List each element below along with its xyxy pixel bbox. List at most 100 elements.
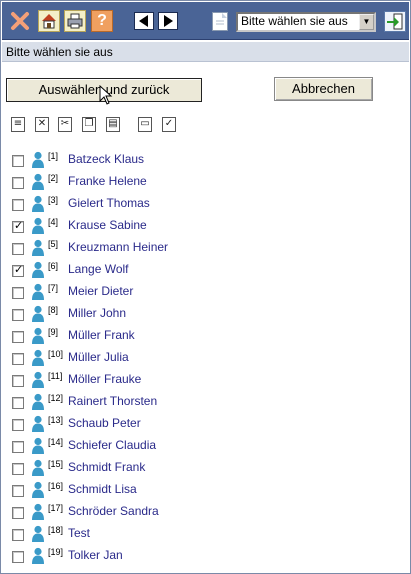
person-name-link[interactable]: Gielert Thomas bbox=[68, 196, 150, 210]
view-select-value: Bitte wählen sie aus bbox=[241, 14, 348, 28]
go-arrow-icon[interactable] bbox=[384, 11, 406, 32]
selection-window: ? Bitte wählen sie aus ▼ Bitte wählen si… bbox=[0, 0, 411, 574]
person-name-link[interactable]: Lange Wolf bbox=[68, 262, 129, 276]
home-icon[interactable] bbox=[38, 10, 60, 32]
person-number: [2] bbox=[48, 173, 59, 183]
printer-icon[interactable] bbox=[64, 10, 86, 32]
check-icon[interactable]: ✓ bbox=[162, 117, 176, 132]
person-name-link[interactable]: Schröder Sandra bbox=[68, 504, 159, 518]
person-number: [15] bbox=[48, 459, 64, 469]
person-icon bbox=[31, 305, 45, 322]
person-name-link[interactable]: Meier Dieter bbox=[68, 284, 133, 298]
person-icon bbox=[31, 327, 45, 344]
top-toolbar: ? Bitte wählen sie aus ▼ bbox=[2, 2, 409, 40]
select-all-icon[interactable]: ≡ bbox=[11, 117, 25, 132]
row-checkbox[interactable] bbox=[12, 507, 24, 519]
close-icon[interactable] bbox=[9, 10, 31, 32]
row-checkbox[interactable] bbox=[12, 219, 24, 233]
list-item: [14] Schiefer Claudia bbox=[1, 435, 410, 457]
row-checkbox[interactable] bbox=[12, 397, 24, 409]
person-icon bbox=[31, 173, 45, 190]
person-icon bbox=[31, 239, 45, 256]
arrow-right-icon[interactable] bbox=[158, 12, 178, 30]
person-name-link[interactable]: Batzeck Klaus bbox=[68, 152, 144, 166]
person-number: [9] bbox=[48, 327, 59, 337]
cancel-button[interactable]: Abbrechen bbox=[274, 77, 373, 101]
row-checkbox[interactable] bbox=[12, 287, 24, 299]
cut-icon[interactable]: ✂ bbox=[58, 117, 72, 132]
mouse-cursor-icon bbox=[99, 85, 113, 105]
row-checkbox[interactable] bbox=[12, 551, 24, 563]
list-item: [13] Schaub Peter bbox=[1, 413, 410, 435]
help-icon[interactable]: ? bbox=[91, 10, 113, 32]
chevron-down-icon[interactable]: ▼ bbox=[359, 14, 374, 30]
row-checkbox[interactable] bbox=[12, 199, 24, 211]
list-item: [9] Müller Frank bbox=[1, 325, 410, 347]
person-number: [6] bbox=[48, 261, 59, 271]
row-checkbox[interactable] bbox=[12, 177, 24, 189]
person-number: [13] bbox=[48, 415, 64, 425]
list-item: [8] Miller John bbox=[1, 303, 410, 325]
row-checkbox[interactable] bbox=[12, 463, 24, 475]
list-item: [5] Kreuzmann Heiner bbox=[1, 237, 410, 259]
copy-icon[interactable]: ❐ bbox=[82, 117, 96, 132]
person-name-link[interactable]: Rainert Thorsten bbox=[68, 394, 157, 408]
person-icon bbox=[31, 195, 45, 212]
arrow-left-icon[interactable] bbox=[134, 12, 154, 30]
row-checkbox[interactable] bbox=[12, 485, 24, 497]
list-item: [3] Gielert Thomas bbox=[1, 193, 410, 215]
person-number: [18] bbox=[48, 525, 64, 535]
person-name-link[interactable]: Schmidt Lisa bbox=[68, 482, 137, 496]
row-checkbox[interactable] bbox=[12, 243, 24, 255]
row-checkbox[interactable] bbox=[12, 529, 24, 541]
document-icon[interactable] bbox=[212, 12, 228, 31]
row-checkbox[interactable] bbox=[12, 353, 24, 365]
person-name-link[interactable]: Krause Sabine bbox=[68, 218, 147, 232]
person-name-link[interactable]: Franke Helene bbox=[68, 174, 147, 188]
person-name-link[interactable]: Tolker Jan bbox=[68, 548, 123, 562]
row-checkbox[interactable] bbox=[12, 375, 24, 387]
row-checkbox[interactable] bbox=[12, 441, 24, 453]
person-number: [17] bbox=[48, 503, 64, 513]
person-number: [16] bbox=[48, 481, 64, 491]
list-item: [2] Franke Helene bbox=[1, 171, 410, 193]
person-name-link[interactable]: Miller John bbox=[68, 306, 126, 320]
person-number: [7] bbox=[48, 283, 59, 293]
person-number: [1] bbox=[48, 151, 59, 161]
row-checkbox[interactable] bbox=[12, 309, 24, 321]
person-icon bbox=[31, 459, 45, 476]
person-name-link[interactable]: Schiefer Claudia bbox=[68, 438, 156, 452]
list-item: [16] Schmidt Lisa bbox=[1, 479, 410, 501]
person-icon bbox=[31, 481, 45, 498]
person-icon bbox=[31, 261, 45, 278]
row-checkbox[interactable] bbox=[12, 263, 24, 277]
person-name-link[interactable]: Test bbox=[68, 526, 90, 540]
person-name-link[interactable]: Schmidt Frank bbox=[68, 460, 145, 474]
row-checkbox[interactable] bbox=[12, 155, 24, 167]
person-icon bbox=[31, 503, 45, 520]
row-checkbox[interactable] bbox=[12, 419, 24, 431]
person-number: [4] bbox=[48, 217, 59, 227]
paste-icon[interactable]: ▤ bbox=[106, 117, 120, 132]
person-name-link[interactable]: Müller Julia bbox=[68, 350, 129, 364]
list-item: [17] Schröder Sandra bbox=[1, 501, 410, 523]
person-number: [12] bbox=[48, 393, 64, 403]
print-icon[interactable]: ▭ bbox=[138, 117, 152, 132]
person-number: [8] bbox=[48, 305, 59, 315]
view-select[interactable]: Bitte wählen sie aus ▼ bbox=[236, 12, 376, 32]
person-number: [14] bbox=[48, 437, 64, 447]
list-item: [12] Rainert Thorsten bbox=[1, 391, 410, 413]
person-name-link[interactable]: Möller Frauke bbox=[68, 372, 141, 386]
person-name-link[interactable]: Müller Frank bbox=[68, 328, 135, 342]
list-item: [1] Batzeck Klaus bbox=[1, 149, 410, 171]
list-item: [19] Tolker Jan bbox=[1, 545, 410, 567]
person-number: [19] bbox=[48, 547, 64, 557]
row-checkbox[interactable] bbox=[12, 331, 24, 343]
person-icon bbox=[31, 283, 45, 300]
delete-icon[interactable]: ✕ bbox=[35, 117, 49, 132]
list-item: [6] Lange Wolf bbox=[1, 259, 410, 281]
person-icon bbox=[31, 371, 45, 388]
person-name-link[interactable]: Kreuzmann Heiner bbox=[68, 240, 168, 254]
person-name-link[interactable]: Schaub Peter bbox=[68, 416, 141, 430]
person-icon bbox=[31, 415, 45, 432]
